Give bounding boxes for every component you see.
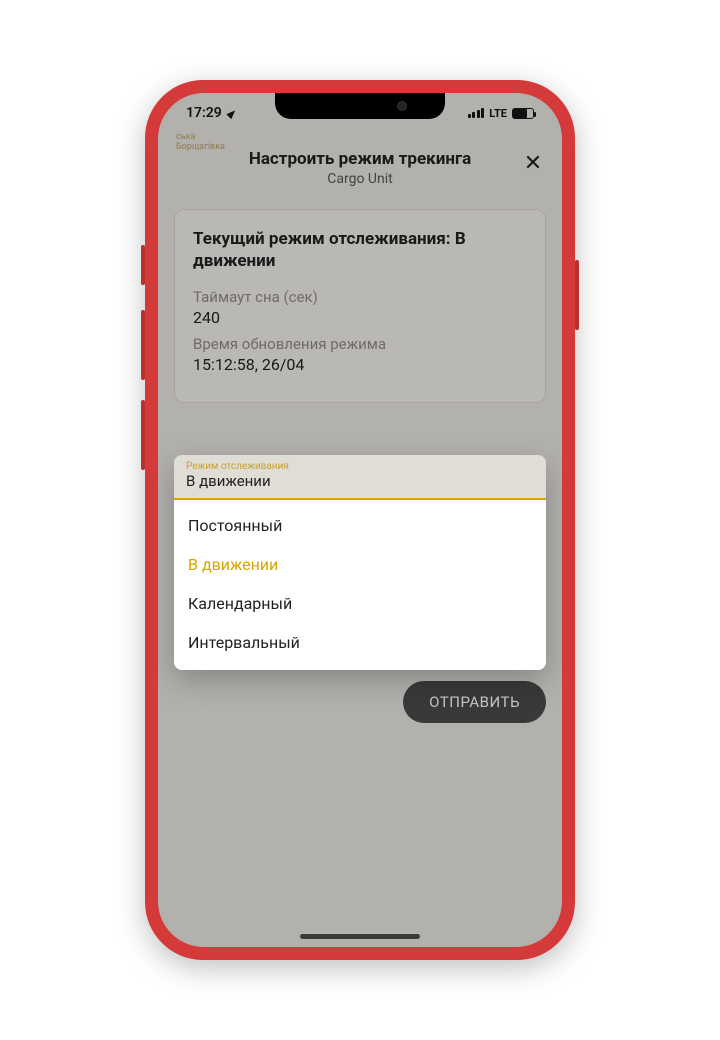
dropdown-option-in-motion[interactable]: В движении bbox=[174, 545, 546, 584]
cellular-signal-icon bbox=[468, 108, 485, 118]
dropdown-header[interactable]: Режим отслеживания В движении bbox=[174, 455, 546, 500]
screen: 17:29 LTE ська Борщагівка Настроить режи… bbox=[158, 93, 562, 947]
tracking-mode-dropdown: Режим отслеживания В движении Постоянный… bbox=[174, 455, 546, 670]
dropdown-current-value: В движении bbox=[186, 472, 534, 490]
status-time: 17:29 bbox=[186, 105, 222, 121]
location-services-icon bbox=[226, 107, 237, 118]
phone-frame: 17:29 LTE ська Борщагівка Настроить режи… bbox=[145, 80, 575, 960]
dropdown-option-interval[interactable]: Интервальный bbox=[174, 623, 546, 662]
battery-icon bbox=[512, 108, 534, 119]
dropdown-options: Постоянный В движении Календарный Интерв… bbox=[174, 500, 546, 670]
dropdown-option-constant[interactable]: Постоянный bbox=[174, 506, 546, 545]
dropdown-option-calendar[interactable]: Календарный bbox=[174, 584, 546, 623]
network-type: LTE bbox=[489, 107, 507, 120]
notch bbox=[275, 93, 445, 119]
dropdown-floating-label: Режим отслеживания bbox=[186, 461, 534, 472]
home-indicator[interactable] bbox=[300, 934, 420, 939]
